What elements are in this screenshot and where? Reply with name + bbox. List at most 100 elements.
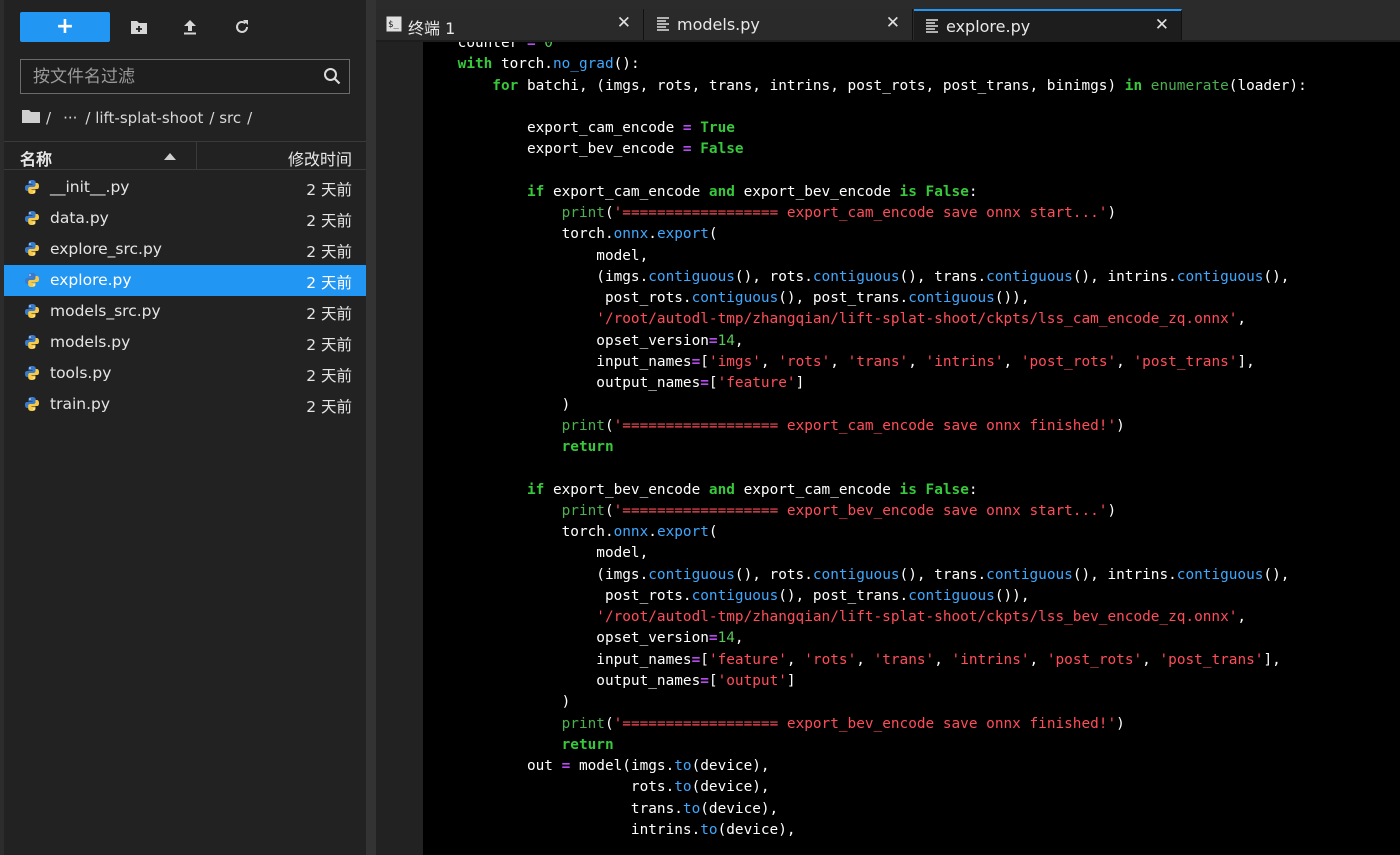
breadcrumb-ellipsis[interactable]: ···	[63, 109, 77, 127]
code-token: :	[968, 481, 978, 498]
code-line: 347 input_names=['feature', 'rots', 'tra…	[423, 650, 1400, 671]
file-row[interactable]: explore.py 2 天前	[4, 265, 366, 296]
code-token: post_rots.	[423, 587, 692, 604]
code-text: opset_version=14,	[423, 628, 743, 649]
terminal-icon: $_	[386, 16, 402, 36]
column-divider[interactable]	[196, 142, 197, 170]
code-line: 327 torch.onnx.export(	[423, 224, 1400, 245]
code-token: contiguous	[908, 290, 995, 307]
code-token: 14	[717, 332, 735, 349]
code-token: export_bev_encode	[734, 183, 900, 200]
code-token: ,	[734, 332, 744, 349]
breadcrumb-root[interactable]: /	[46, 109, 51, 127]
code-line: 342 model,	[423, 543, 1400, 564]
code-token: (), post_trans.	[778, 587, 909, 604]
code-token: input_names	[423, 353, 692, 370]
code-token: 'imgs'	[708, 353, 761, 370]
refresh-icon[interactable]	[227, 12, 257, 42]
file-row[interactable]: __init__.py 2 天前	[4, 172, 366, 203]
code-token: contiguous	[648, 566, 735, 583]
code-token: (), intrins.	[1072, 566, 1177, 583]
file-browser-toolbar: +	[20, 12, 110, 42]
breadcrumb-src[interactable]: / src	[209, 109, 241, 127]
file-row[interactable]: tools.py 2 天前	[4, 358, 366, 389]
filename-filter-input[interactable]	[21, 60, 313, 93]
code-line: 329 (imgs.contiguous(), rots.contiguous(…	[423, 267, 1400, 288]
code-token: 'rots'	[778, 353, 831, 370]
code-token: export	[656, 226, 709, 243]
code-text: print('================== export_bev_enc…	[423, 501, 1117, 522]
close-tab-icon[interactable]: ✕	[886, 13, 900, 33]
code-token: ()),	[994, 290, 1030, 307]
search-icon[interactable]	[323, 67, 341, 89]
code-token: =	[561, 758, 571, 775]
folder-icon[interactable]	[22, 109, 40, 127]
code-token: export_cam_encode	[423, 120, 683, 137]
close-tab-icon[interactable]: ✕	[617, 13, 631, 33]
code-token: ():	[613, 56, 640, 73]
code-token: ,	[830, 353, 848, 370]
file-row[interactable]: explore_src.py 2 天前	[4, 234, 366, 265]
code-token: 'rots'	[804, 651, 857, 668]
code-token: return	[423, 439, 614, 456]
code-line: 325 if export_cam_encode and export_bev_…	[423, 182, 1400, 203]
upload-icon[interactable]	[175, 12, 205, 42]
code-token: (	[604, 715, 614, 732]
code-token: contiguous	[648, 268, 735, 285]
code-token: False	[691, 141, 744, 158]
code-lines: 318 counter = 0319 with torch.no_grad():…	[423, 42, 1400, 841]
code-token: ,	[786, 651, 805, 668]
code-token: to	[682, 800, 701, 817]
code-token: ,	[1029, 651, 1047, 668]
code-token: )	[1107, 205, 1117, 222]
panel-resize-handle[interactable]	[366, 0, 376, 855]
code-line: 354 trans.to(device),	[423, 799, 1400, 820]
code-token: export_bev_encode	[544, 481, 709, 498]
code-token: '/root/autodl-tmp/zhangqian/lift-splat-s…	[423, 311, 1238, 328]
code-token: (device),	[700, 800, 779, 817]
code-token: ]	[786, 672, 796, 689]
code-token: ,	[1003, 353, 1021, 370]
file-modified: 2 天前	[306, 398, 352, 416]
tab-explore-py[interactable]: explore.py ✕	[914, 9, 1182, 41]
close-tab-icon[interactable]: ✕	[1155, 15, 1169, 35]
new-folder-icon[interactable]	[124, 12, 154, 42]
code-text: if export_cam_encode and export_bev_enco…	[423, 182, 978, 203]
code-token: [	[700, 353, 709, 370]
code-token: .	[648, 524, 657, 541]
column-header-modified[interactable]: 修改时间	[288, 146, 352, 170]
code-token: (),	[1263, 268, 1290, 285]
new-launcher-button[interactable]: +	[20, 12, 110, 42]
code-token: ],	[1237, 353, 1255, 370]
code-line: 352 out = model(imgs.to(device),	[423, 756, 1400, 777]
column-header-name[interactable]: 名称	[20, 146, 52, 170]
code-line: 335 )	[423, 395, 1400, 416]
code-token: =	[691, 651, 701, 668]
code-text: counter = 0	[423, 42, 553, 54]
breadcrumb-lift-splat-shoot[interactable]: / lift-splat-shoot	[85, 109, 203, 127]
code-token: ,	[1237, 609, 1247, 626]
code-line: 322 export_cam_encode = True	[423, 118, 1400, 139]
code-text: )	[423, 395, 571, 416]
code-token: contiguous	[986, 566, 1073, 583]
code-token: if	[423, 481, 545, 498]
text-file-icon	[924, 18, 940, 38]
tab-models-py[interactable]: models.py ✕	[645, 9, 913, 41]
file-modified: 2 天前	[306, 181, 352, 199]
file-name: tools.py	[50, 364, 112, 382]
file-row[interactable]: data.py 2 天前	[4, 203, 366, 234]
code-line: 319 with torch.no_grad():	[423, 54, 1400, 75]
code-editor[interactable]: 318 counter = 0319 with torch.no_grad():…	[423, 42, 1400, 855]
code-line: 349 )	[423, 692, 1400, 713]
file-row[interactable]: models_src.py 2 天前	[4, 296, 366, 327]
code-token: print	[423, 715, 605, 732]
sort-ascending-icon[interactable]	[164, 153, 176, 160]
file-row[interactable]: train.py 2 天前	[4, 389, 366, 420]
file-name: models.py	[50, 333, 131, 351]
tab-terminal[interactable]: $_ 终端 1 ✕	[376, 9, 644, 41]
file-row[interactable]: models.py 2 天前	[4, 327, 366, 358]
code-token: ()),	[994, 587, 1030, 604]
code-token: export_cam_encode	[734, 481, 900, 498]
code-text: input_names=['feature', 'rots', 'trans',…	[423, 650, 1281, 671]
code-token: enumerate	[1150, 77, 1229, 94]
